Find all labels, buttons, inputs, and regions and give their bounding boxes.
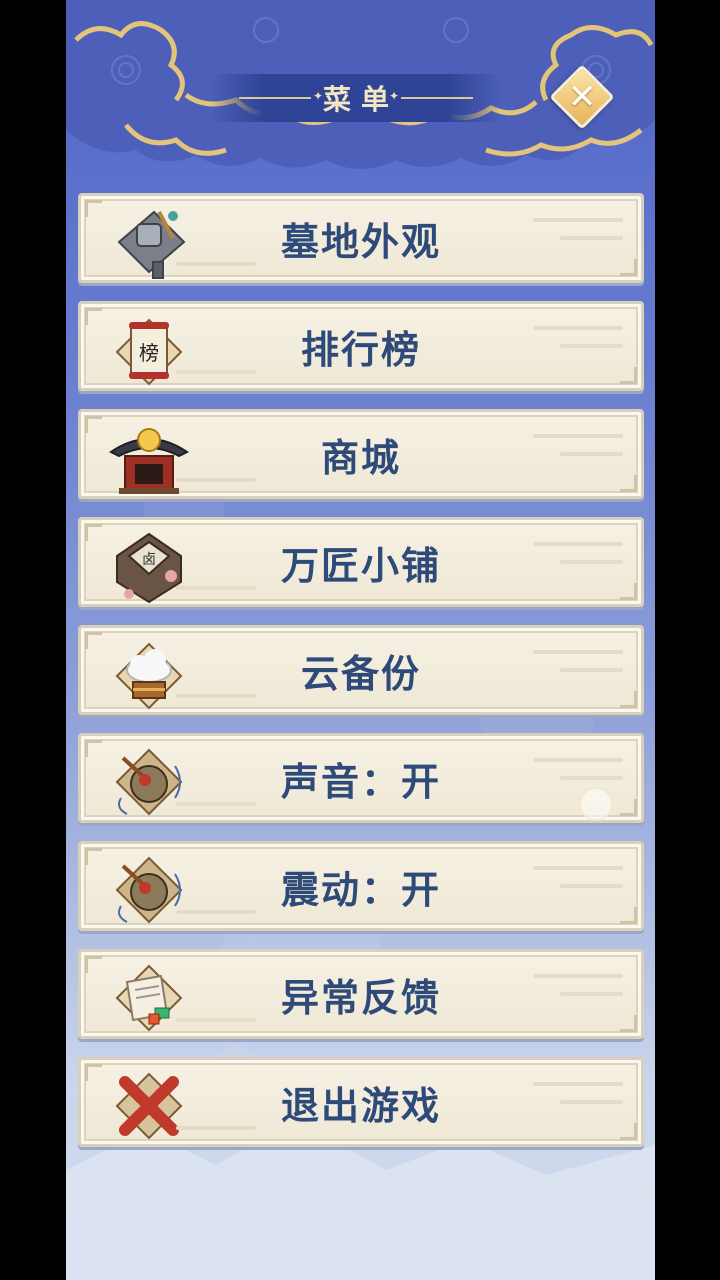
menu-label-feedback: 异常反馈 — [280, 975, 441, 1020]
decorative-line-bottom — [176, 802, 256, 806]
menu-list: 墓地外观 榜 排行榜 商城 卤 万匠小铺 云备份 声音：开 震动：开 异常反馈 … — [78, 193, 644, 1165]
decorative-line-bottom — [176, 910, 256, 914]
decorative-line-bottom — [176, 262, 256, 266]
decorative-line-bottom — [176, 370, 256, 374]
menu-label-grave-appearance: 墓地外观 — [280, 219, 441, 264]
feedback-paper-icon — [115, 964, 183, 1032]
menu-title-plaque: ✦ 菜单 ✦ — [211, 74, 501, 122]
menu-label-vibration-toggle: 震动：开 — [280, 867, 441, 912]
svg-text:榜: 榜 — [139, 341, 159, 365]
svg-text:卤: 卤 — [142, 552, 156, 568]
shop-pavilion-icon — [109, 428, 189, 494]
decorative-line-bottom — [176, 694, 256, 698]
menu-label-cloud-backup: 云备份 — [300, 651, 421, 696]
menu-label-exit-game: 退出游戏 — [280, 1083, 441, 1128]
decorative-lines — [533, 326, 623, 372]
menu-title: 菜单 — [322, 83, 399, 116]
decorative-lines — [533, 218, 623, 264]
decorative-line-bottom — [176, 478, 256, 482]
menu-item-feedback[interactable]: 异常反馈 — [78, 949, 644, 1039]
menu-item-shop[interactable]: 商城 — [78, 409, 644, 499]
title-star-left-icon: ✦ — [313, 89, 324, 103]
touch-indicator — [579, 787, 613, 821]
menu-item-grave-appearance[interactable]: 墓地外观 — [78, 193, 644, 283]
cloud-backup-icon — [115, 642, 183, 710]
gong-vibration-icon — [115, 856, 183, 924]
decorative-line-bottom — [176, 1126, 256, 1130]
menu-item-leaderboard[interactable]: 榜 排行榜 — [78, 301, 644, 391]
title-line-left — [239, 97, 311, 99]
decorative-line-bottom — [176, 1018, 256, 1022]
decorative-lines — [533, 1082, 623, 1128]
red-x-icon — [115, 1072, 183, 1140]
menu-label-shop: 商城 — [320, 435, 401, 480]
title-line-right — [401, 97, 473, 99]
menu-item-craft-shop[interactable]: 卤 万匠小铺 — [78, 517, 644, 607]
title-star-right-icon: ✦ — [388, 89, 399, 103]
decorative-lines — [533, 650, 623, 696]
decorative-lines — [533, 542, 623, 588]
decorative-lines — [533, 434, 623, 480]
close-icon: ✕ — [567, 77, 597, 117]
craft-shop-icon: 卤 — [116, 532, 182, 604]
ranking-scroll-icon: 榜 — [115, 318, 183, 386]
tombstone-icon — [117, 210, 186, 279]
decorative-lines — [533, 866, 623, 912]
menu-label-leaderboard: 排行榜 — [300, 327, 421, 372]
decorative-lines — [533, 974, 623, 1020]
decorative-line-bottom — [176, 586, 256, 590]
gong-sound-icon — [115, 748, 183, 816]
menu-item-exit-game[interactable]: 退出游戏 — [78, 1057, 644, 1147]
menu-label-craft-shop: 万匠小铺 — [280, 543, 441, 588]
menu-panel: ✦ 菜单 ✦ ✕ 墓地外观 榜 排行榜 商城 卤 万匠小铺 云备份 声音：开 震… — [66, 0, 655, 1280]
menu-item-sound-toggle[interactable]: 声音：开 — [78, 733, 644, 823]
menu-item-cloud-backup[interactable]: 云备份 — [78, 625, 644, 715]
menu-item-vibration-toggle[interactable]: 震动：开 — [78, 841, 644, 931]
menu-label-sound-toggle: 声音：开 — [280, 759, 441, 804]
